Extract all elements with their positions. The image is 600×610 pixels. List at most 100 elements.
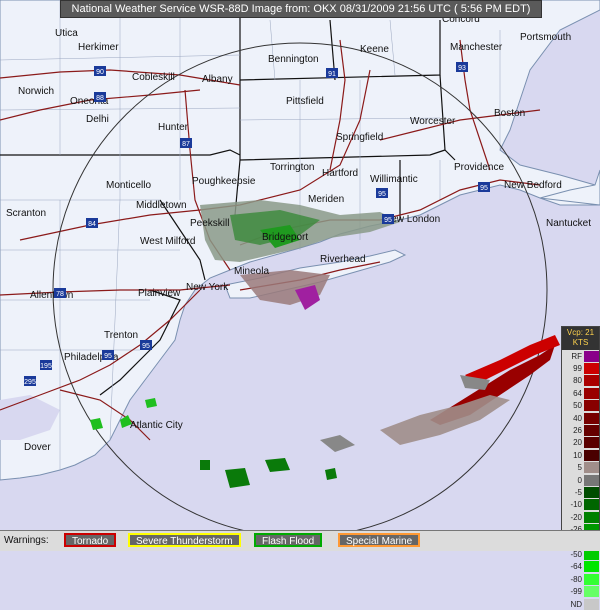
svg-text:90: 90 (96, 69, 104, 76)
legend-row: -80 (562, 573, 599, 585)
legend-color-swatch (584, 412, 599, 424)
legend-color-swatch (584, 511, 599, 523)
warnings-label: Warnings: (4, 535, 49, 546)
legend-row: RF (562, 350, 599, 362)
legend-value-label: -20 (570, 512, 582, 522)
legend-row: 99 (562, 362, 599, 375)
legend-value-label: 0 (577, 475, 582, 485)
legend-value-label: 20 (573, 438, 582, 448)
legend-value-label: 64 (573, 388, 582, 398)
legend-row: 10 (562, 449, 599, 461)
legend-row: ND (562, 598, 599, 610)
svg-text:95: 95 (480, 185, 488, 192)
legend-header: Vcp: 21 KTS (562, 327, 599, 350)
legend-row: 26 (562, 424, 599, 437)
legend-rows: RF998064504026201050-5-10-20-26-40-50-64… (562, 350, 599, 610)
svg-text:84: 84 (88, 221, 96, 228)
city-label: Atlantic City (130, 420, 183, 431)
city-label: Bennington (268, 54, 319, 65)
units-label: KTS (572, 338, 589, 347)
city-label: New Bedford (504, 180, 562, 191)
legend-color-swatch (584, 586, 599, 598)
legend-row: 5 (562, 462, 599, 474)
city-label: Cobleskill (132, 72, 175, 83)
city-label: Springfield (336, 132, 383, 143)
legend-color-swatch (584, 486, 599, 498)
svg-text:88: 88 (96, 95, 104, 102)
legend-row: -99 (562, 585, 599, 598)
legend-row: -20 (562, 511, 599, 523)
legend-row: 50 (562, 400, 599, 412)
city-label: Norwich (18, 86, 54, 97)
legend-value-label: 40 (573, 413, 582, 423)
city-label: Willimantic (370, 174, 418, 185)
city-label: Herkimer (78, 42, 119, 53)
city-label: Providence (454, 162, 504, 173)
svg-text:295: 295 (24, 379, 36, 386)
legend-color-swatch (584, 387, 599, 399)
svg-text:95: 95 (378, 191, 386, 198)
legend-color-swatch (584, 462, 599, 474)
city-label: Utica (55, 28, 78, 39)
city-label: Peekskill (190, 218, 229, 229)
legend-value-label: -80 (570, 574, 582, 584)
city-label: New York (186, 282, 229, 293)
legend-color-swatch (584, 400, 599, 412)
tornado-warning-key: Tornado (64, 533, 117, 547)
legend-row: -64 (562, 561, 599, 573)
legend-row: 80 (562, 375, 599, 387)
legend-value-label: -50 (570, 549, 582, 559)
radar-map: Concord Portsmouth Utica Herkimer Manche… (0, 0, 600, 530)
legend-color-swatch (584, 573, 599, 585)
city-label: Hunter (158, 122, 189, 133)
legend-color-swatch (584, 449, 599, 461)
city-label: Delhi (86, 114, 109, 125)
legend-value-label: 50 (573, 401, 582, 411)
legend-row: 0 (562, 474, 599, 486)
city-label: Dover (24, 442, 51, 453)
legend-value-label: RF (571, 351, 582, 361)
legend-row: 64 (562, 387, 599, 399)
legend-color-swatch (584, 350, 599, 362)
city-label: Pittsfield (286, 96, 324, 107)
city-label: Poughkeepsie (192, 176, 256, 187)
svg-text:78: 78 (56, 291, 64, 298)
legend-value-label: 10 (573, 450, 582, 460)
svg-text:91: 91 (328, 71, 336, 78)
city-label: Bridgeport (262, 232, 308, 243)
image-title-bar: National Weather Service WSR-88D Image f… (60, 0, 542, 18)
legend-color-swatch (584, 561, 599, 573)
city-label: Hartford (322, 168, 358, 179)
city-label: Keene (360, 44, 389, 55)
svg-text:95: 95 (384, 217, 392, 224)
legend-color-swatch (584, 425, 599, 437)
legend-color-swatch (584, 375, 599, 387)
svg-text:95: 95 (142, 343, 150, 350)
legend-row: 40 (562, 412, 599, 424)
warnings-bar: Warnings: Tornado Severe Thunderstorm Fl… (0, 530, 600, 551)
city-label: Plainview (138, 288, 181, 299)
city-label: Meriden (308, 194, 344, 205)
legend-value-label: 99 (573, 364, 582, 374)
city-label: Portsmouth (520, 32, 571, 43)
city-label: Albany (202, 74, 233, 85)
special-marine-warning-key: Special Marine (338, 533, 421, 547)
city-label: Torrington (270, 162, 314, 173)
flash-flood-warning-key: Flash Flood (254, 533, 323, 547)
city-label: Manchester (450, 42, 503, 53)
legend-row: -5 (562, 486, 599, 498)
svg-text:195: 195 (40, 363, 52, 370)
legend-value-label: 80 (573, 376, 582, 386)
city-label: West Milford (140, 236, 195, 247)
city-label: Boston (494, 108, 525, 119)
city-label: Mineola (234, 266, 269, 277)
velocity-legend: Vcp: 21 KTS RF 99 80 64 50 40 26 20 10 5 0 -5 -10 -20… (561, 326, 600, 610)
legend-value-label: -5 (574, 487, 582, 497)
legend-value-label: -10 (570, 500, 582, 510)
city-label: Middletown (136, 200, 187, 211)
svg-text:93: 93 (458, 65, 466, 72)
city-label: Trenton (104, 330, 138, 341)
legend-color-swatch (584, 363, 599, 375)
city-label: Monticello (106, 180, 151, 191)
legend-value-label: -64 (570, 562, 582, 572)
